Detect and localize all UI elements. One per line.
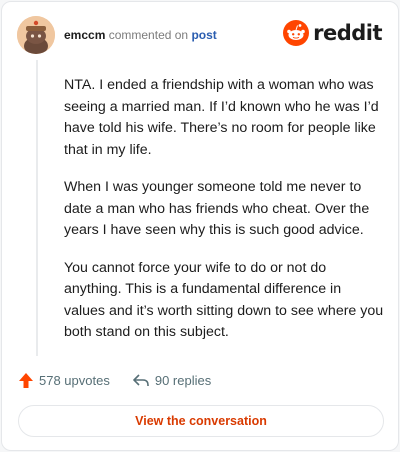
username[interactable]: emccm (64, 28, 105, 42)
reply-arrow-icon (133, 374, 149, 386)
upvote-count: 578 upvotes (39, 373, 110, 388)
thread-line (36, 60, 38, 356)
reddit-brand[interactable]: reddit (283, 20, 382, 46)
comment-header: emccm commented on post (64, 28, 217, 42)
comment-paragraph: When I was younger someone told me never… (64, 179, 370, 238)
reply-count: 90 replies (154, 373, 212, 388)
avatar[interactable] (17, 16, 55, 54)
replies-button[interactable]: 90 replies (132, 373, 211, 388)
comment-paragraph: You cannot force your wife to do or not … (64, 259, 384, 341)
upvote-arrow-icon (19, 373, 33, 388)
snoo-avatar-icon (17, 16, 55, 54)
brand-name: reddit (313, 21, 382, 45)
comment-card: emccm commented on post reddit NTA. I en… (1, 1, 399, 451)
post-link[interactable]: post (191, 28, 216, 42)
comment-paragraph: NTA. I ended a friendship with a woman w… (64, 77, 379, 158)
view-conversation-button[interactable]: View the conversation (18, 405, 384, 437)
comment-actions: 578 upvotes 90 replies (18, 372, 211, 389)
reddit-logo-icon (283, 20, 310, 46)
action-text: commented on (108, 28, 189, 42)
comment-body: NTA. I ended a friendship with a woman w… (64, 75, 386, 360)
upvote-button[interactable]: 578 upvotes (18, 372, 110, 389)
